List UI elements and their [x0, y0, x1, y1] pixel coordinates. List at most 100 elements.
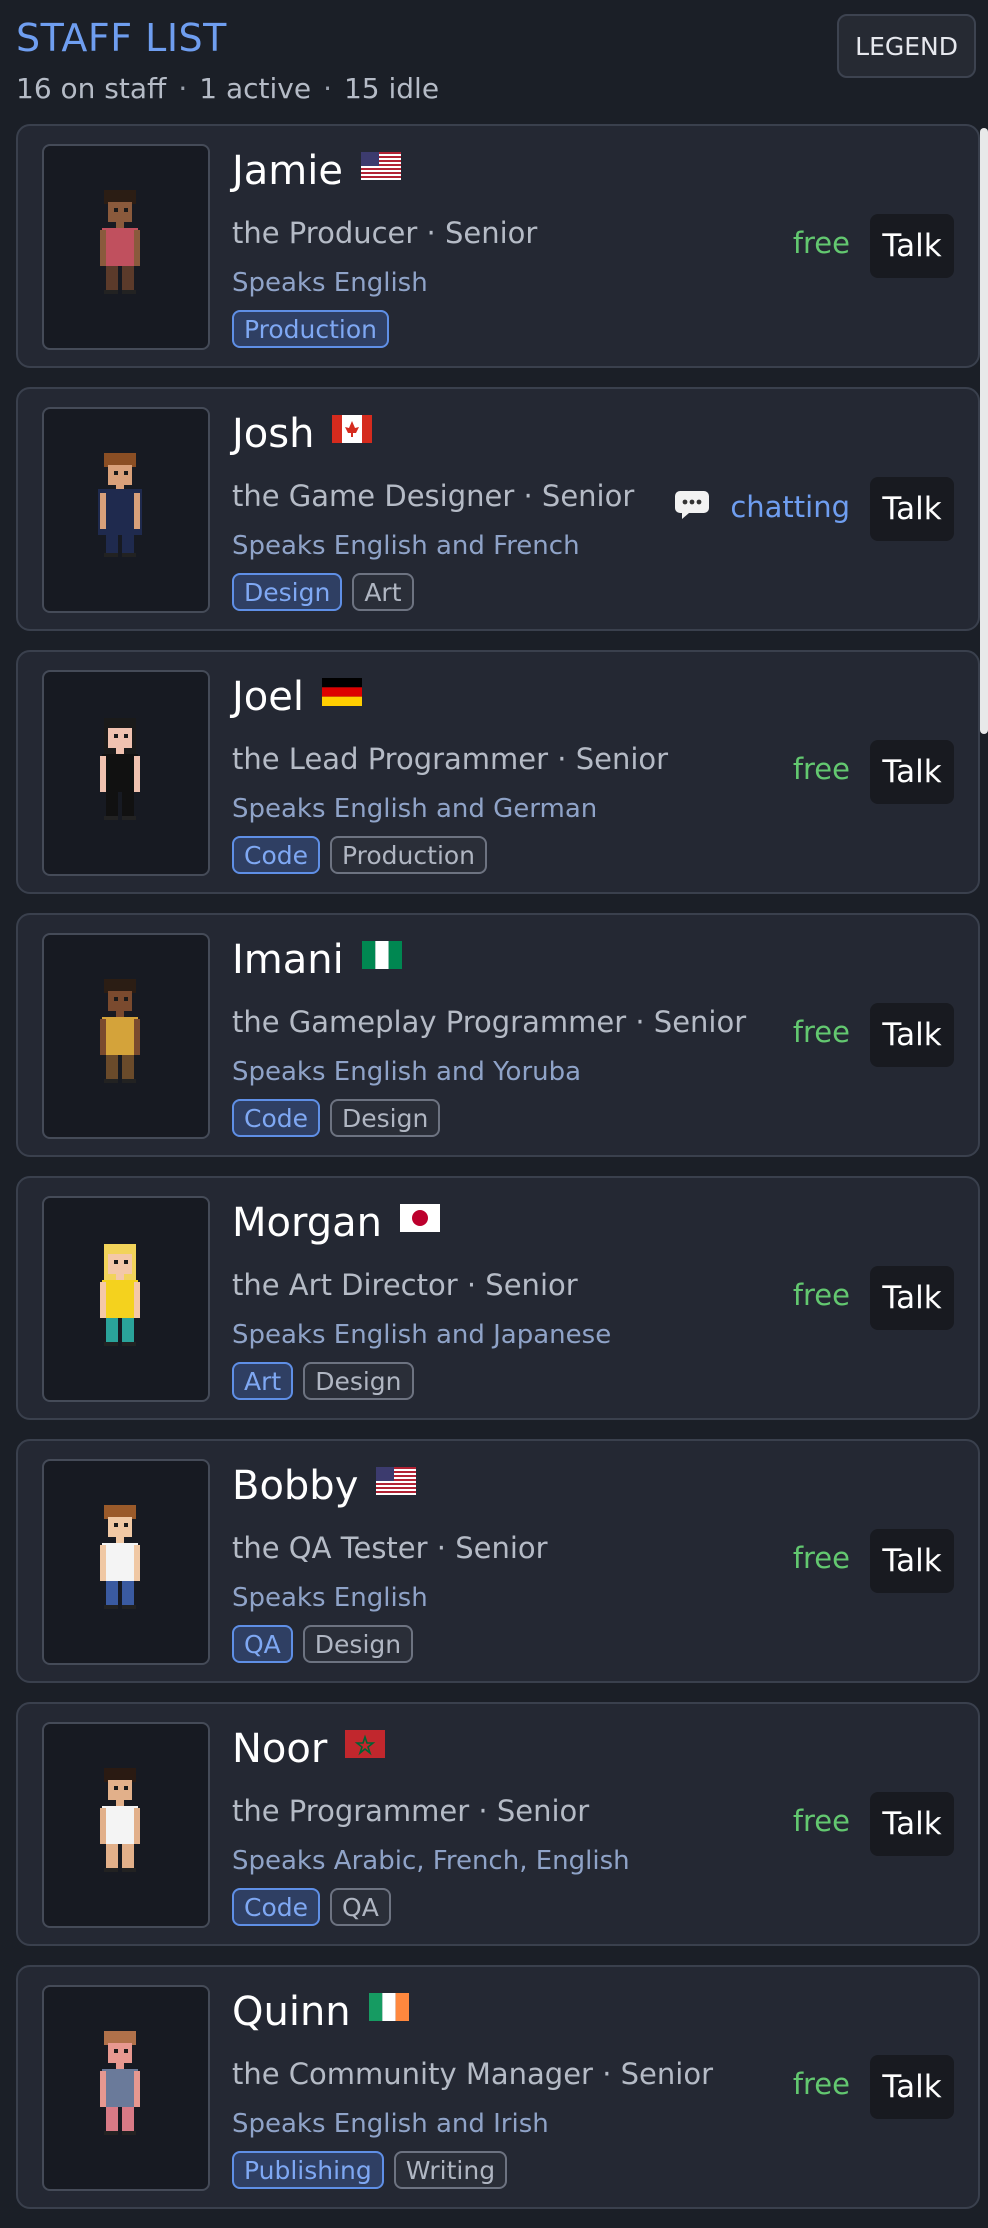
staff-name: Morgan: [232, 1200, 382, 1246]
talk-button[interactable]: Talk: [870, 2055, 954, 2119]
skill-tag: QA: [330, 1888, 391, 1926]
status-label: chatting: [730, 490, 850, 524]
skill-tag: QA: [232, 1625, 293, 1663]
separator: ·: [178, 72, 188, 105]
skill-tags: Art Design: [232, 1362, 414, 1400]
talk-button[interactable]: Talk: [870, 214, 954, 278]
staff-name-row: Imani: [232, 937, 402, 983]
staff-card[interactable]: Imani the Gameplay Programmer · Senior S…: [16, 913, 980, 1157]
staff-name-row: Bobby: [232, 1463, 417, 1509]
status-indicator: free: [793, 1015, 850, 1049]
avatar: [42, 1985, 210, 2191]
staff-name: Imani: [232, 937, 344, 983]
skill-tag: Code: [232, 1099, 321, 1137]
staff-card[interactable]: Noor the Programmer · Senior Speaks Arab…: [16, 1702, 980, 1946]
talk-button[interactable]: Talk: [870, 1529, 954, 1593]
status-indicator: free: [793, 1541, 850, 1575]
staff-name: Quinn: [232, 1989, 351, 2035]
status-label: free: [792, 226, 850, 260]
flag-ng-icon: [361, 941, 402, 969]
flag-us-icon: [361, 152, 401, 180]
staff-role: the Producer · Senior: [232, 216, 538, 250]
staff-name: Bobby: [232, 1463, 359, 1509]
skill-tag: Publishing: [232, 2151, 384, 2189]
talk-button[interactable]: Talk: [870, 1792, 954, 1856]
staff-languages: Speaks English and Irish: [232, 2109, 549, 2139]
skill-tags: QA Design: [232, 1625, 414, 1663]
staff-name: Noor: [232, 1726, 328, 1772]
flag-jp-icon: [399, 1204, 440, 1232]
skill-tags: Production: [232, 310, 390, 348]
staff-summary: 16 on staff · 1 active · 15 idle: [16, 72, 439, 105]
staff-role: the Programmer · Senior: [232, 1794, 590, 1828]
skill-tags: Publishing Writing: [232, 2151, 508, 2189]
talk-button[interactable]: Talk: [870, 477, 954, 541]
staff-name-row: Josh: [232, 411, 373, 457]
staff-name: Jamie: [232, 148, 343, 194]
staff-role: the Gameplay Programmer · Senior: [232, 1005, 747, 1039]
status-indicator: free: [793, 752, 850, 786]
speech-bubble-icon: [674, 489, 710, 521]
staff-languages: Speaks English and Yoruba: [232, 1057, 582, 1087]
staff-role: the Game Designer · Senior: [232, 479, 635, 513]
staff-name-row: Morgan: [232, 1200, 440, 1246]
skill-tag: Production: [232, 310, 390, 348]
staff-card[interactable]: Morgan the Art Director · Senior Speaks …: [16, 1176, 980, 1420]
staff-card[interactable]: Joel the Lead Programmer · Senior Speaks…: [16, 650, 980, 894]
idle-count: 15 idle: [343, 72, 440, 105]
skill-tag: Design: [302, 1625, 414, 1663]
skill-tags: Code QA: [232, 1888, 391, 1926]
status-indicator: chatting: [674, 489, 850, 524]
status-label: free: [792, 1541, 850, 1575]
skill-tags: Code Production: [232, 836, 488, 874]
skill-tag: Writing: [393, 2151, 508, 2189]
skill-tags: Design Art: [232, 573, 414, 611]
status-label: free: [792, 1278, 850, 1312]
flag-us-icon: [376, 1467, 417, 1495]
talk-button[interactable]: Talk: [870, 1003, 954, 1067]
staff-name: Josh: [232, 411, 315, 457]
legend-button[interactable]: LEGEND: [837, 14, 976, 78]
skill-tag: Design: [232, 573, 343, 611]
staff-name-row: Jamie: [232, 148, 401, 194]
avatar: [42, 933, 210, 1139]
flag-ma-icon: [345, 1730, 386, 1758]
skill-tag: Design: [330, 1099, 441, 1137]
status-indicator: free: [793, 1804, 850, 1838]
talk-button[interactable]: Talk: [870, 740, 954, 804]
skill-tags: Code Design: [232, 1099, 441, 1137]
flag-ie-icon: [368, 1993, 409, 2021]
staff-list: Jamie the Producer · Senior Speaks Engli…: [16, 124, 980, 2228]
flag-ca-icon: [332, 415, 373, 443]
staff-languages: Speaks English: [232, 1583, 428, 1613]
status-label: free: [792, 2067, 850, 2101]
staff-card[interactable]: Jamie the Producer · Senior Speaks Engli…: [16, 124, 980, 368]
staff-role: the QA Tester · Senior: [232, 1531, 548, 1565]
staff-languages: Speaks English and French: [232, 531, 580, 561]
staff-card[interactable]: Bobby the QA Tester · Senior Speaks Engl…: [16, 1439, 980, 1683]
staff-card[interactable]: Quinn the Community Manager · Senior Spe…: [16, 1965, 980, 2209]
staff-card[interactable]: Josh the Game Designer · Senior Speaks E…: [16, 387, 980, 631]
on-staff-count: 16 on staff: [16, 72, 167, 105]
avatar: [42, 670, 210, 876]
staff-languages: Speaks Arabic, French, English: [232, 1846, 630, 1876]
staff-languages: Speaks English: [232, 268, 428, 298]
talk-button[interactable]: Talk: [870, 1266, 954, 1330]
staff-role: the Community Manager · Senior: [232, 2057, 713, 2091]
status-indicator: free: [793, 1278, 850, 1312]
scrollbar-thumb[interactable]: [980, 128, 988, 734]
avatar: [42, 144, 210, 350]
page-title: STAFF LIST: [16, 16, 227, 60]
separator: ·: [323, 72, 332, 105]
staff-name: Joel: [232, 674, 304, 720]
status-label: free: [792, 1804, 850, 1838]
skill-tag: Design: [303, 1362, 414, 1400]
staff-languages: Speaks English and German: [232, 794, 598, 824]
flag-de-icon: [322, 678, 362, 706]
skill-tag: Code: [232, 1888, 321, 1926]
status-indicator: free: [793, 2067, 850, 2101]
staff-name-row: Quinn: [232, 1989, 409, 2035]
staff-name-row: Noor: [232, 1726, 386, 1772]
header: STAFF LIST 16 on staff · 1 active · 15 idle …: [16, 14, 976, 114]
avatar: [42, 1459, 210, 1665]
